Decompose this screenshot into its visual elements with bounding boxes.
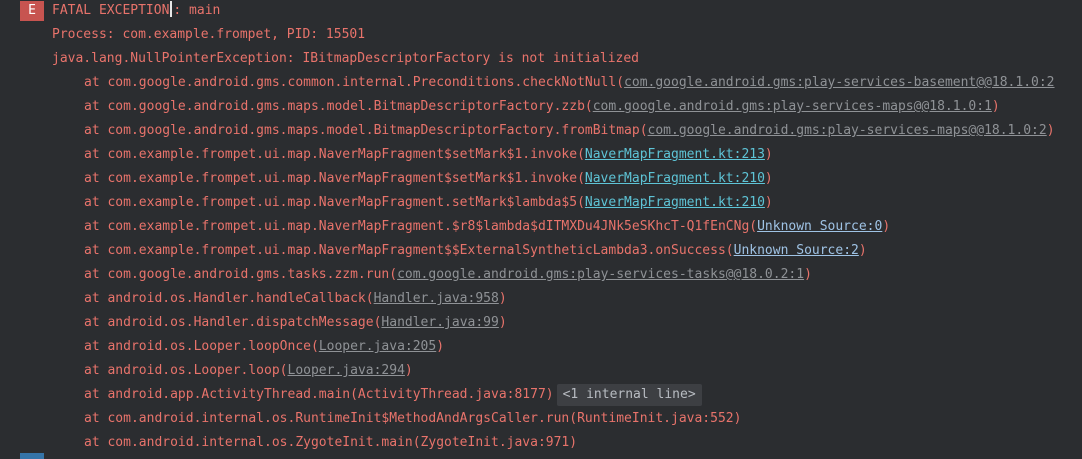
stack-frame: at com.google.android.gms.maps.model.Bit… — [84, 95, 1000, 119]
frame-close: ) — [404, 363, 413, 378]
frame-close: ) — [804, 267, 812, 282]
source-link[interactable]: Looper.java:294 — [288, 363, 405, 378]
frame-close: ) — [764, 195, 773, 210]
stack-frame: at com.android.internal.os.ZygoteInit.ma… — [84, 435, 578, 450]
source-link[interactable]: NaverMapFragment.kt:210 — [585, 195, 765, 210]
frame-method: at android.os.Handler.dispatchMessage( — [84, 315, 382, 330]
frame-close: ) — [991, 99, 1000, 114]
source-link[interactable]: com.google.android.gms:play-services-tas… — [397, 267, 804, 282]
frame-close: ) — [1046, 123, 1055, 138]
frame-method: at android.os.Looper.loopOnce( — [84, 339, 319, 354]
frame-method: at com.google.android.gms.tasks.zzm.run( — [84, 267, 398, 282]
fatal-exception-text: FATAL EXCEPTION — [52, 3, 170, 18]
process-line: Process: com.example.frompet, PID: 15501 — [52, 27, 366, 42]
stack-frame: at com.google.android.gms.tasks.zzm.run(… — [84, 263, 812, 287]
frame-close: ) — [764, 171, 773, 186]
source-link[interactable]: com.google.android.gms:play-services-map… — [648, 123, 1047, 138]
source-link[interactable]: Handler.java:99 — [381, 315, 498, 330]
frame-method: at com.example.frompet.ui.map.NaverMapFr… — [84, 147, 585, 162]
stack-frame: at android.os.Looper.loopOnce(Looper.jav… — [84, 335, 444, 359]
source-link[interactable]: Unknown Source:2 — [734, 243, 859, 258]
stack-frame: at com.example.frompet.ui.map.NaverMapFr… — [84, 215, 890, 239]
source-link[interactable]: NaverMapFragment.kt:213 — [585, 147, 765, 162]
source-link[interactable]: Unknown Source:0 — [757, 219, 882, 234]
stack-frame: at com.google.android.gms.maps.model.Bit… — [84, 119, 1055, 143]
stack-frame: at com.example.frompet.ui.map.NaverMapFr… — [84, 167, 773, 191]
logcat-panel: E FATAL EXCEPTION: main Process: com.exa… — [0, 0, 1082, 459]
stack-frame: at android.os.Handler.dispatchMessage(Ha… — [84, 311, 507, 335]
fatal-exception-label: FATAL EXCEPTION: main — [52, 0, 220, 23]
stack-frame: at android.os.Handler.handleCallback(Han… — [84, 287, 507, 311]
frame-method: at android.os.Looper.loop( — [84, 363, 288, 378]
stack-frame: at android.os.Looper.loop(Looper.java:29… — [84, 359, 413, 383]
error-level-badge: E — [20, 1, 44, 21]
stack-frame: at com.example.frompet.ui.map.NaverMapFr… — [84, 191, 773, 215]
frame-method: at com.google.android.gms.common.interna… — [84, 75, 625, 90]
source-link[interactable]: Handler.java:958 — [374, 291, 499, 306]
stack-frame: at com.android.internal.os.RuntimeInit$M… — [84, 411, 742, 426]
frame-close: ) — [764, 147, 773, 162]
frame-method: at com.google.android.gms.maps.model.Bit… — [84, 123, 648, 138]
thread-name-text: : main — [173, 3, 221, 18]
source-link[interactable]: com.google.android.gms:play-services-map… — [593, 99, 992, 114]
source-link[interactable]: Looper.java:205 — [319, 339, 436, 354]
stack-frame: at com.google.android.gms.common.interna… — [84, 71, 1055, 95]
internal-lines-fold[interactable]: <1 internal line> — [556, 384, 702, 406]
stack-frame: at android.app.ActivityThread.main(Activ… — [84, 383, 702, 407]
frame-close: ) — [498, 315, 507, 330]
stack-frame: at com.example.frompet.ui.map.NaverMapFr… — [84, 239, 867, 263]
frame-method: at com.example.frompet.ui.map.NaverMapFr… — [84, 219, 758, 234]
frame-method: at com.google.android.gms.maps.model.Bit… — [84, 99, 593, 114]
frame-close: ) — [436, 339, 445, 354]
frame-close: ) — [858, 243, 867, 258]
source-link[interactable]: NaverMapFragment.kt:210 — [585, 171, 765, 186]
source-link[interactable]: com.google.android.gms:play-services-bas… — [624, 75, 1054, 90]
frame-close: ) — [882, 219, 891, 234]
frame-method: at android.os.Handler.handleCallback( — [84, 291, 374, 306]
next-entry-marker — [20, 453, 44, 459]
frame-method: at android.app.ActivityThread.main(Activ… — [84, 387, 554, 402]
exception-line: java.lang.NullPointerException: IBitmapD… — [52, 51, 639, 66]
frame-method: at com.example.frompet.ui.map.NaverMapFr… — [84, 195, 585, 210]
frame-method: at com.example.frompet.ui.map.NaverMapFr… — [84, 171, 585, 186]
frame-method: at com.example.frompet.ui.map.NaverMapFr… — [84, 243, 734, 258]
frame-close: ) — [498, 291, 507, 306]
stack-frame: at com.example.frompet.ui.map.NaverMapFr… — [84, 143, 773, 167]
